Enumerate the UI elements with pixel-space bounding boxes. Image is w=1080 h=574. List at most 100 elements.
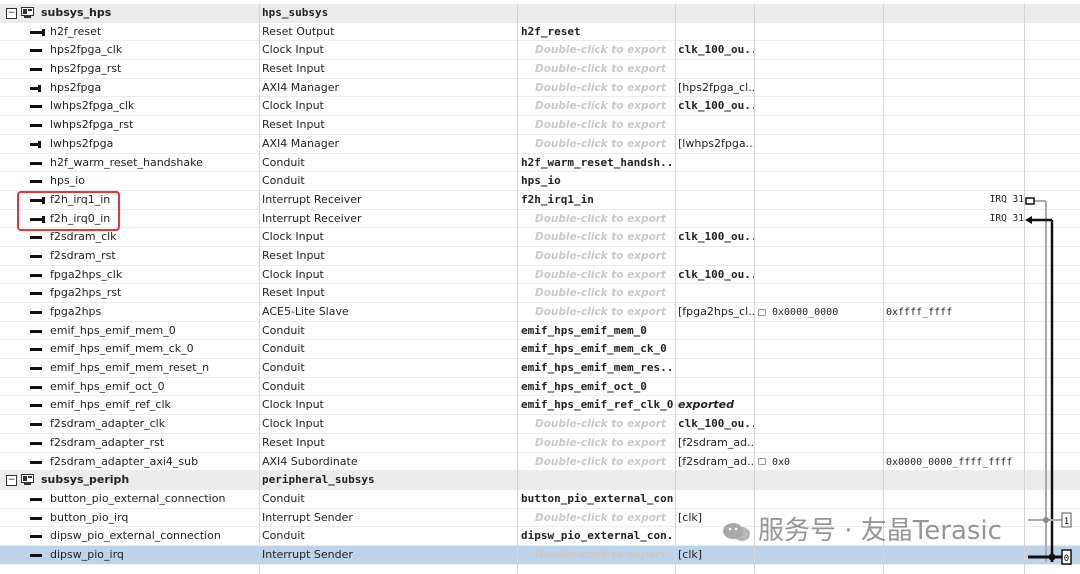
name-cell[interactable]: button_pio_irq — [0, 509, 258, 527]
export-cell[interactable]: Double-click to export — [521, 116, 674, 134]
name-cell[interactable]: emif_hps_emif_mem_ck_0 — [0, 340, 258, 358]
export-placeholder[interactable]: Double-click to export — [521, 138, 666, 150]
base-cell[interactable] — [758, 284, 882, 302]
name-cell[interactable]: emif_hps_emif_mem_reset_n — [0, 359, 258, 377]
collapse-icon[interactable]: − — [6, 475, 17, 487]
export-placeholder[interactable]: Double-click to export — [521, 287, 666, 299]
base-cell[interactable] — [758, 97, 882, 115]
export-cell[interactable]: Double-click to export — [521, 546, 674, 564]
interface-row[interactable]: hps2fpga_rst Reset Input Double-click to e… — [0, 60, 1080, 79]
name-cell[interactable]: button_pio_external_connection — [0, 490, 258, 508]
export-placeholder[interactable]: Double-click to export — [521, 269, 666, 281]
base-cell[interactable]: 0x0000_0000 — [758, 303, 882, 321]
export-cell[interactable] — [521, 471, 674, 489]
interface-row[interactable]: dipsw_pio_irq Interrupt Sender Double-clic… — [0, 545, 1080, 565]
clock-cell[interactable]: [clk] — [678, 546, 754, 564]
export-cell[interactable] — [521, 4, 674, 22]
base-cell[interactable] — [758, 172, 882, 190]
base-cell[interactable] — [758, 378, 882, 396]
name-cell[interactable]: hps2fpga_clk — [0, 41, 258, 59]
name-cell[interactable]: emif_hps_emif_mem_0 — [0, 322, 258, 340]
base-cell[interactable] — [758, 359, 882, 377]
name-cell[interactable]: hps_io — [0, 172, 258, 190]
base-cell[interactable] — [758, 210, 882, 228]
export-placeholder[interactable]: Double-click to export — [521, 63, 666, 75]
interface-row[interactable]: button_pio_external_connection Conduit but… — [0, 490, 1080, 509]
name-cell[interactable]: f2sdram_adapter_clk — [0, 415, 258, 433]
base-cell[interactable] — [758, 191, 882, 209]
export-cell[interactable]: emif_hps_emif_oct_0 — [521, 378, 674, 396]
base-cell[interactable] — [758, 247, 882, 265]
interface-row[interactable]: emif_hps_emif_ref_clk Clock Input emif_hps… — [0, 396, 1080, 416]
interface-row[interactable]: h2f_warm_reset_handshake Conduit h2f_warm_… — [0, 154, 1080, 173]
component-row[interactable]: − subsys_hps hps_subsys — [0, 4, 1080, 23]
clock-cell[interactable] — [678, 23, 754, 41]
name-cell[interactable]: dipsw_pio_irq — [0, 546, 258, 564]
export-cell[interactable]: Double-click to export — [521, 434, 674, 452]
base-cell[interactable] — [758, 471, 882, 489]
clock-cell[interactable] — [678, 471, 754, 489]
name-cell[interactable]: h2f_reset — [0, 23, 258, 41]
interface-row[interactable]: hps2fpga_clk Clock Input Double-click to e… — [0, 41, 1080, 61]
base-cell[interactable] — [758, 546, 882, 564]
interface-row[interactable]: lwhps2fpga AXI4 Manager Double-click to ex… — [0, 135, 1080, 154]
name-cell[interactable]: f2sdram_adapter_axi4_sub — [0, 453, 258, 471]
export-placeholder[interactable]: Double-click to export — [521, 549, 666, 561]
export-cell[interactable]: Double-click to export — [521, 247, 674, 265]
clock-cell[interactable] — [678, 172, 754, 190]
name-cell[interactable]: dipsw_pio_external_connection — [0, 527, 258, 545]
export-cell[interactable]: button_pio_external_con... — [521, 490, 674, 508]
interface-row[interactable]: hps_io Conduit hps_io — [0, 172, 1080, 191]
name-cell[interactable]: h2f_warm_reset_handshake — [0, 154, 258, 172]
name-cell[interactable]: hps2fpga — [0, 79, 258, 97]
clock-cell[interactable] — [678, 154, 754, 172]
interface-row[interactable]: lwhps2fpga_clk Clock Input Double-click to… — [0, 97, 1080, 117]
clock-cell[interactable] — [678, 210, 754, 228]
interface-row[interactable]: h2f_reset Reset Output h2f_reset — [0, 23, 1080, 42]
interface-row[interactable]: lwhps2fpga_rst Reset Input Double-click to… — [0, 116, 1080, 135]
interface-row[interactable]: hps2fpga AXI4 Manager Double-click to expo… — [0, 79, 1080, 98]
interface-row[interactable]: emif_hps_emif_oct_0 Conduit emif_hps_emif_… — [0, 378, 1080, 397]
interface-row[interactable]: f2h_irq0_in Interrupt Receiver Double-clic… — [0, 210, 1080, 229]
name-cell[interactable]: lwhps2fpga_clk — [0, 97, 258, 115]
base-cell[interactable] — [758, 135, 882, 153]
clock-cell[interactable]: clk_100_ou... — [678, 97, 754, 115]
clock-cell[interactable]: clk_100_ou... — [678, 228, 754, 246]
export-cell[interactable]: Double-click to export — [521, 97, 674, 115]
export-cell[interactable]: emif_hps_emif_mem_0 — [521, 322, 674, 340]
interface-row[interactable]: emif_hps_emif_mem_0 Conduit emif_hps_emif_… — [0, 322, 1080, 341]
component-row[interactable]: − subsys_periph peripheral_subsys — [0, 471, 1080, 490]
export-cell[interactable]: dipsw_pio_external_con... — [521, 527, 674, 545]
export-placeholder[interactable]: Double-click to export — [521, 119, 666, 131]
name-cell[interactable]: emif_hps_emif_ref_clk — [0, 396, 258, 414]
interface-row[interactable]: emif_hps_emif_mem_ck_0 Conduit emif_hps_em… — [0, 340, 1080, 360]
interface-row[interactable]: f2h_irq1_in Interrupt Receiver f2h_irq1_in… — [0, 191, 1080, 210]
clock-cell[interactable]: exported — [678, 396, 754, 414]
export-cell[interactable]: Double-click to export — [521, 60, 674, 78]
interface-row[interactable]: f2sdram_rst Reset Input Double-click to ex… — [0, 247, 1080, 266]
clock-cell[interactable] — [678, 359, 754, 377]
clock-cell[interactable] — [678, 322, 754, 340]
name-cell[interactable]: fpga2hps_rst — [0, 284, 258, 302]
export-cell[interactable]: h2f_warm_reset_handsh... — [521, 154, 674, 172]
export-cell[interactable]: Double-click to export — [521, 266, 674, 284]
export-cell[interactable]: Double-click to export — [521, 453, 674, 471]
export-cell[interactable]: h2f_reset — [521, 23, 674, 41]
export-cell[interactable]: Double-click to export — [521, 41, 674, 59]
export-placeholder[interactable]: Double-click to export — [521, 100, 666, 112]
clock-cell[interactable]: [lwhps2fpga... — [678, 135, 754, 153]
export-placeholder[interactable]: Double-click to export — [521, 82, 666, 94]
clock-cell[interactable]: [hps2fpga_cl... — [678, 79, 754, 97]
name-cell[interactable]: fpga2hps — [0, 303, 258, 321]
export-placeholder[interactable]: Double-click to export — [521, 418, 666, 430]
interface-row[interactable]: f2sdram_adapter_clk Clock Input Double-cli… — [0, 415, 1080, 434]
export-cell[interactable]: Double-click to export — [521, 284, 674, 302]
clock-cell[interactable] — [678, 247, 754, 265]
export-cell[interactable]: Double-click to export — [521, 415, 674, 433]
export-cell[interactable]: emif_hps_emif_mem_res... — [521, 359, 674, 377]
export-cell[interactable]: Double-click to export — [521, 135, 674, 153]
clock-cell[interactable] — [678, 490, 754, 508]
base-cell[interactable] — [758, 41, 882, 59]
interface-row[interactable]: fpga2hps_rst Reset Input Double-click to e… — [0, 284, 1080, 303]
clock-cell[interactable] — [678, 191, 754, 209]
